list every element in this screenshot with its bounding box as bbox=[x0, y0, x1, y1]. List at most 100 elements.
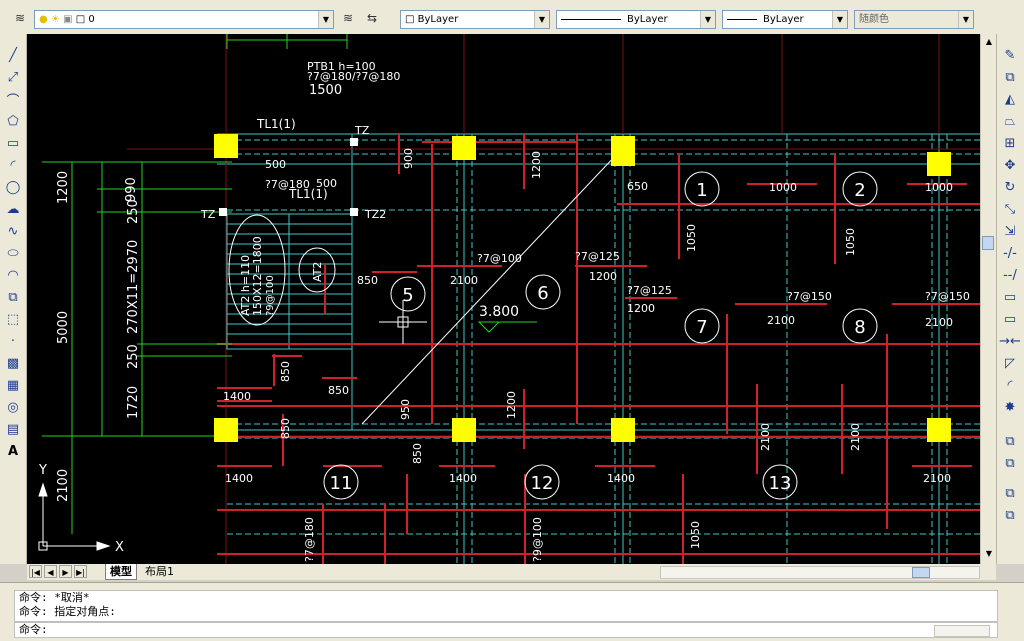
vertical-scrollbar[interactable]: ▲ ▼ bbox=[980, 34, 997, 564]
layer-manager-icon[interactable]: ≋ bbox=[12, 10, 28, 26]
table-icon[interactable]: ▤ bbox=[4, 420, 22, 438]
mirror-icon[interactable]: ◭ bbox=[1001, 90, 1019, 108]
scale-icon[interactable]: ⤡ bbox=[1001, 200, 1019, 218]
linetype-combo[interactable]: ByLayer ▼ bbox=[556, 10, 716, 29]
insert-block-icon[interactable]: ⧉ bbox=[4, 288, 22, 306]
erase-icon[interactable]: ✎ bbox=[1001, 46, 1019, 64]
join-icon[interactable]: →← bbox=[999, 332, 1021, 350]
make-current-layer-icon[interactable]: ≋ bbox=[340, 10, 356, 26]
draw-toolbar: ╱ ⤢ ⌒ ⬠ ▭ ◜ ◯ ☁ ∿ ⬭ ◠ ⧉ ⬚ · ▩ ▦ ◎ ▤ A bbox=[0, 34, 27, 564]
first-tab-icon[interactable]: |◀ bbox=[29, 565, 42, 578]
scroll-down-icon[interactable]: ▼ bbox=[983, 548, 995, 560]
circle-icon[interactable]: ◯ bbox=[4, 178, 22, 196]
horizontal-scroll-thumb[interactable] bbox=[912, 567, 930, 578]
chevron-down-icon[interactable]: ▼ bbox=[534, 11, 549, 28]
plotstyle-value: 随颜色 bbox=[859, 14, 889, 25]
layer-name: 0 bbox=[88, 14, 95, 25]
explode-icon[interactable]: ✸ bbox=[1001, 398, 1019, 416]
offset-icon[interactable]: ⏢ bbox=[1001, 112, 1019, 130]
dimension-text: 270X11=2970 bbox=[126, 240, 141, 334]
bring-above-icon[interactable]: ⧉ bbox=[1001, 454, 1019, 472]
ellipse-icon[interactable]: ⬭ bbox=[4, 244, 22, 262]
send-under-icon[interactable]: ⧉ bbox=[1001, 484, 1019, 502]
break-at-point-icon[interactable]: ▭ bbox=[1001, 310, 1019, 328]
spline-icon[interactable]: ∿ bbox=[4, 222, 22, 240]
layer-color-swatch: □ bbox=[75, 14, 86, 25]
vertical-scroll-thumb[interactable] bbox=[982, 236, 994, 250]
multiline-text-icon[interactable]: A bbox=[4, 442, 22, 460]
make-block-icon[interactable]: ⬚ bbox=[4, 310, 22, 328]
ptb-length: 1500 bbox=[309, 83, 342, 98]
copy-icon[interactable]: ⧉ bbox=[1001, 68, 1019, 86]
section-line bbox=[361, 153, 618, 425]
lock-icon: ▣ bbox=[63, 14, 73, 25]
horizontal-scrollbar[interactable] bbox=[660, 566, 980, 579]
color-value: ByLayer bbox=[417, 14, 459, 25]
chevron-down-icon[interactable]: ▼ bbox=[832, 11, 847, 28]
scroll-up-icon[interactable]: ▲ bbox=[983, 36, 995, 48]
rebar-label: ?7@125 bbox=[627, 284, 672, 297]
rebar-label: ?7@180 bbox=[265, 178, 310, 191]
layer-previous-icon[interactable]: ⇆ bbox=[364, 10, 380, 26]
panel-number: 8 bbox=[854, 317, 865, 338]
trim-icon[interactable]: -/- bbox=[1001, 244, 1019, 262]
ellipse-arc-icon[interactable]: ◠ bbox=[4, 266, 22, 284]
revcloud-icon[interactable]: ☁ bbox=[4, 200, 22, 218]
rebar-label: 1400 bbox=[225, 472, 253, 485]
region-icon[interactable]: ◎ bbox=[4, 398, 22, 416]
polygon-icon[interactable]: ⬠ bbox=[4, 112, 22, 130]
stair-label-2: 150X12=1800 bbox=[251, 236, 264, 316]
ucs-icon bbox=[38, 482, 111, 551]
elevation-text: 3.800 bbox=[479, 304, 519, 320]
linetype-value: ByLayer bbox=[627, 14, 668, 25]
rectangle-icon[interactable]: ▭ bbox=[4, 134, 22, 152]
chevron-down-icon[interactable]: ▼ bbox=[700, 11, 715, 28]
ucs-x-label: X bbox=[115, 540, 124, 555]
hatch-icon[interactable]: ▩ bbox=[4, 354, 22, 372]
construction-line-icon[interactable]: ⤢ bbox=[4, 68, 22, 86]
line-icon[interactable]: ╱ bbox=[4, 46, 22, 64]
chamfer-icon[interactable]: ◸ bbox=[1001, 354, 1019, 372]
dimension-text: 1720 bbox=[126, 386, 141, 419]
dimension-text: 250 bbox=[126, 199, 141, 224]
chevron-down-icon[interactable]: ▼ bbox=[958, 11, 973, 28]
tab-model[interactable]: 模型 bbox=[105, 564, 137, 580]
rebar-label: ?7@125 bbox=[575, 250, 620, 263]
command-scrollbar[interactable] bbox=[934, 625, 990, 637]
panel-number: 2 bbox=[854, 180, 865, 201]
tab-layout1[interactable]: 布局1 bbox=[141, 564, 178, 579]
rebar-label: 1400 bbox=[223, 390, 251, 403]
next-tab-icon[interactable]: ▶ bbox=[59, 565, 72, 578]
rebar-label: 1200 bbox=[530, 151, 543, 179]
rebar-label: 850 bbox=[279, 418, 292, 439]
prev-tab-icon[interactable]: ◀ bbox=[44, 565, 57, 578]
rotate-icon[interactable]: ↻ bbox=[1001, 178, 1019, 196]
arc-icon[interactable]: ◜ bbox=[4, 156, 22, 174]
polyline-icon[interactable]: ⌒ bbox=[4, 90, 22, 109]
lineweight-combo[interactable]: ByLayer ▼ bbox=[722, 10, 848, 29]
draworder-icon[interactable]: ⧉ bbox=[1001, 432, 1019, 450]
rebar-label: 850 bbox=[357, 274, 378, 287]
rebar-label: 1050 bbox=[685, 224, 698, 252]
break-icon[interactable]: ▭ bbox=[1001, 288, 1019, 306]
bring-front-icon[interactable]: ⧉ bbox=[1001, 506, 1019, 524]
plotstyle-combo[interactable]: 随颜色 ▼ bbox=[854, 10, 974, 29]
move-icon[interactable]: ✥ bbox=[1001, 156, 1019, 174]
rebar-label: 1400 bbox=[449, 472, 477, 485]
rebar-label: 900 bbox=[402, 148, 415, 169]
gradient-icon[interactable]: ▦ bbox=[4, 376, 22, 394]
command-input[interactable]: 命令: bbox=[14, 622, 998, 638]
array-icon[interactable]: ⊞ bbox=[1001, 134, 1019, 152]
layer-combo[interactable]: ● ☀ ▣ □ 0 ▼ bbox=[34, 10, 334, 29]
rebar-label: 850 bbox=[279, 361, 292, 382]
drawing-canvas[interactable]: Y X 1 2 5 6 7 8 11 12 13 3.800 PTB1 h=100 ?7@180… bbox=[27, 34, 980, 564]
stretch-icon[interactable]: ⇲ bbox=[1001, 222, 1019, 240]
extend-icon[interactable]: --/ bbox=[1001, 266, 1019, 284]
last-tab-icon[interactable]: ▶| bbox=[74, 565, 87, 578]
color-combo[interactable]: □ ByLayer ▼ bbox=[400, 10, 550, 29]
chevron-down-icon[interactable]: ▼ bbox=[318, 11, 333, 28]
point-icon[interactable]: · bbox=[4, 332, 22, 350]
rebar-lines-vertical bbox=[273, 134, 888, 564]
tz2-label: TZ2 bbox=[364, 208, 386, 221]
fillet-icon[interactable]: ◜ bbox=[1001, 376, 1019, 394]
